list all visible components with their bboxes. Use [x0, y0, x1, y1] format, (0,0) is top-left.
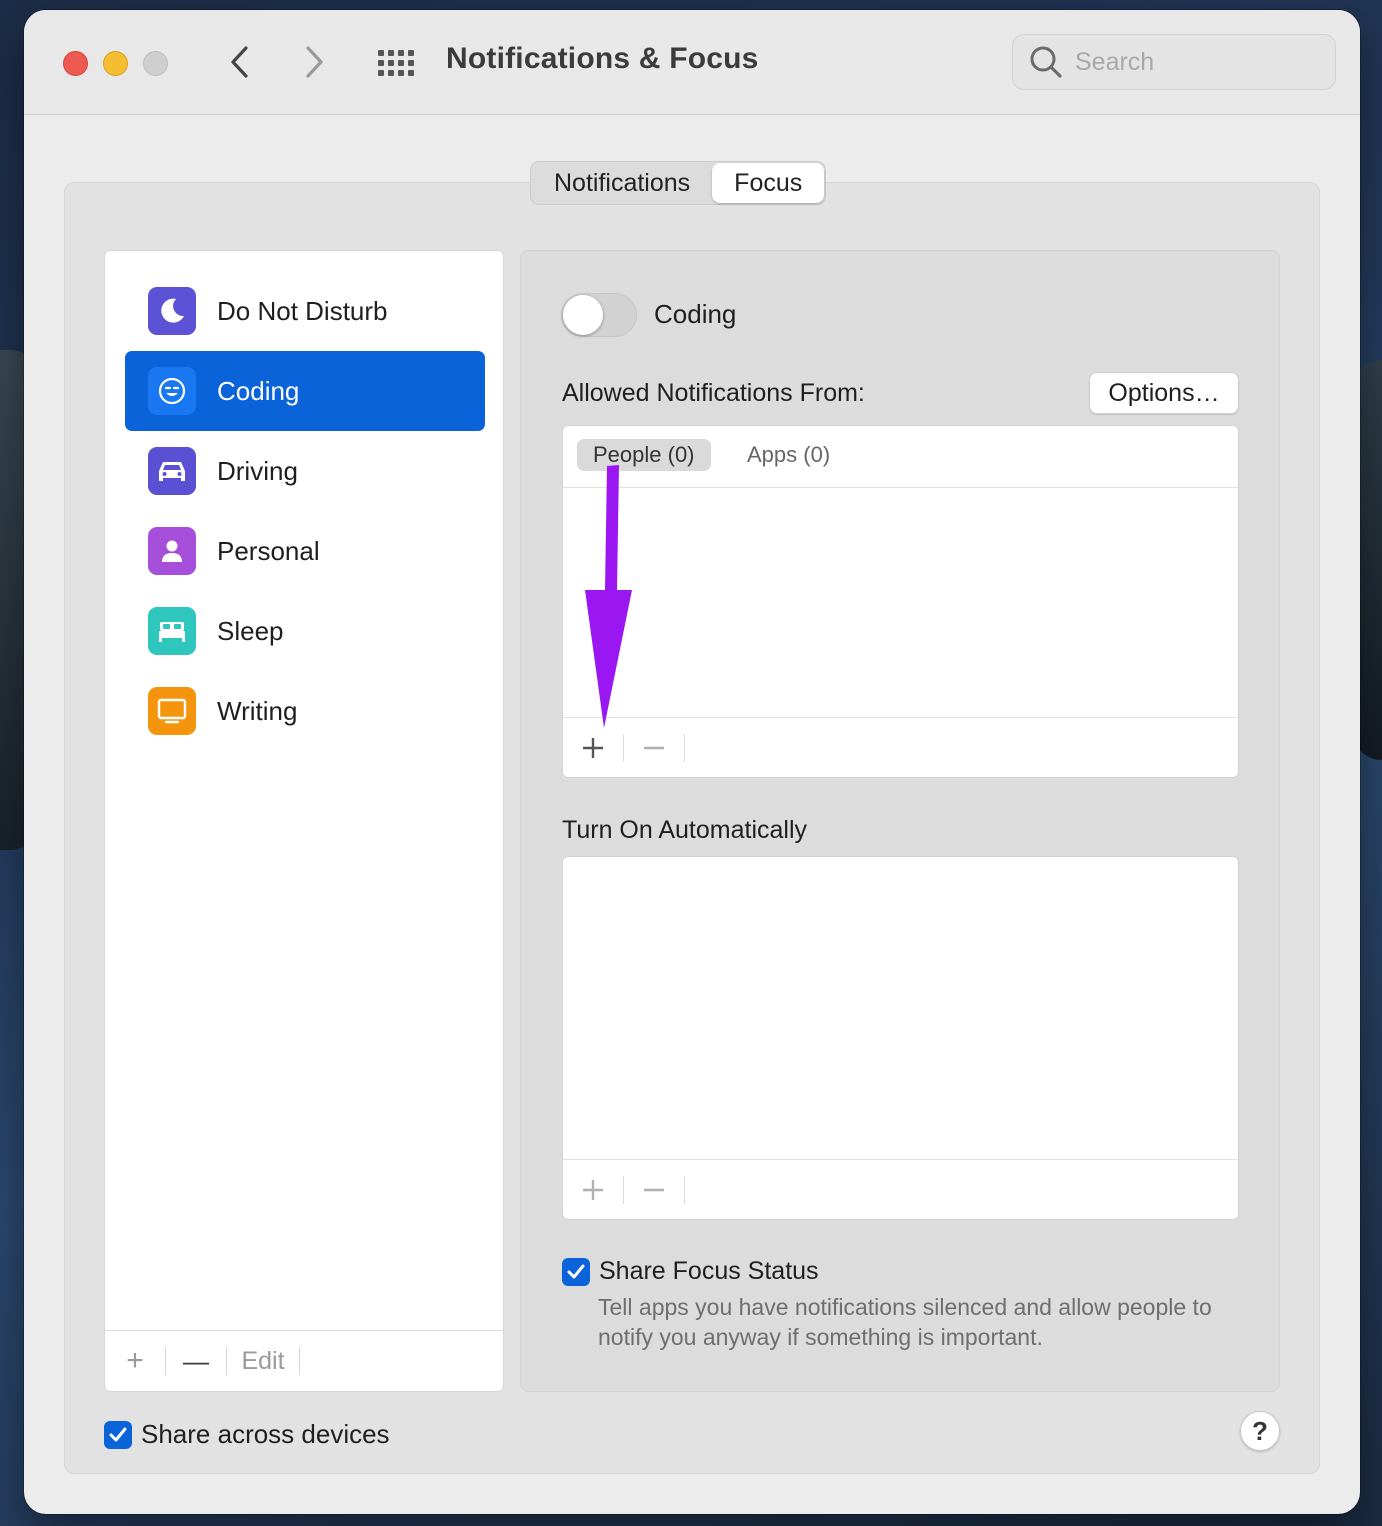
help-button[interactable]: ?	[1240, 1411, 1280, 1451]
focus-list: Do Not Disturb Coding Driving Personal S…	[104, 250, 504, 1392]
divider	[684, 733, 685, 762]
search-input[interactable]	[1075, 47, 1315, 77]
smiley-icon	[148, 367, 196, 415]
share-across-devices-checkbox[interactable]	[104, 1420, 132, 1449]
monitor-icon	[148, 687, 196, 735]
tab-notifications[interactable]: Notifications	[532, 163, 712, 203]
forward-button[interactable]	[295, 42, 335, 82]
edit-focus-button[interactable]: Edit	[227, 1346, 299, 1376]
minus-icon	[644, 1188, 664, 1191]
allowed-tabs: People (0) Apps (0)	[563, 426, 1238, 488]
tab-focus[interactable]: Focus	[712, 163, 825, 203]
chevron-left-icon	[231, 46, 248, 78]
bed-icon	[148, 607, 196, 655]
focus-item-label: Sleep	[217, 615, 284, 646]
checkmark-icon	[109, 1427, 127, 1441]
allowed-notifications-list: People (0) Apps (0)	[562, 425, 1239, 778]
automation-list-toolbar	[563, 1159, 1238, 1219]
plus-icon	[583, 737, 603, 758]
focus-list-toolbar: + — Edit	[105, 1330, 503, 1391]
focus-item-sleep[interactable]: Sleep	[125, 591, 485, 671]
tab-control: Notifications Focus	[530, 161, 827, 205]
toggle-knob	[563, 295, 603, 335]
search-icon	[1030, 46, 1062, 78]
divider	[684, 1175, 685, 1204]
tab-apps[interactable]: Apps (0)	[731, 439, 846, 471]
options-button[interactable]: Options…	[1089, 372, 1239, 414]
car-icon	[148, 447, 196, 495]
focus-item-label: Do Not Disturb	[217, 295, 388, 326]
minus-icon	[644, 746, 664, 749]
focus-item-label: Driving	[217, 455, 298, 486]
focus-toggle[interactable]	[561, 293, 637, 337]
focus-item-coding[interactable]: Coding	[125, 351, 485, 431]
close-window-button[interactable]	[63, 51, 88, 76]
preferences-window: Notifications & Focus Notifications Focu…	[24, 10, 1360, 1514]
annotation-arrow-icon	[585, 465, 632, 728]
focus-item-label: Writing	[217, 695, 298, 726]
chevron-right-icon	[306, 46, 323, 78]
add-allowed-button[interactable]	[563, 728, 623, 768]
automation-list	[562, 856, 1239, 1220]
focus-toggle-label: Coding	[654, 299, 737, 329]
person-icon	[148, 527, 196, 575]
minimize-window-button[interactable]	[103, 51, 128, 76]
share-focus-status-checkbox[interactable]	[562, 1257, 590, 1286]
add-automation-button[interactable]	[563, 1170, 623, 1210]
focus-detail-panel: Coding Allowed Notifications From: Optio…	[520, 250, 1280, 1392]
search-field[interactable]	[1012, 34, 1336, 90]
focus-item-writing[interactable]: Writing	[125, 671, 485, 751]
allowed-notifications-heading: Allowed Notifications From:	[562, 379, 865, 407]
focus-item-label: Personal	[217, 535, 320, 566]
share-focus-status-label: Share Focus Status	[599, 1257, 819, 1285]
back-button[interactable]	[219, 42, 259, 82]
share-focus-status-row: Share Focus Status	[562, 1257, 819, 1286]
focus-item-label: Coding	[217, 375, 300, 406]
remove-allowed-button[interactable]	[624, 728, 684, 768]
focus-item-driving[interactable]: Driving	[125, 431, 485, 511]
share-across-devices-label: Share across devices	[141, 1419, 390, 1449]
moon-icon	[148, 287, 196, 335]
allowed-list-toolbar	[563, 717, 1238, 777]
grid-icon	[378, 50, 414, 76]
plus-icon	[583, 1179, 603, 1200]
remove-focus-button[interactable]: —	[166, 1346, 226, 1376]
turn-on-automatically-heading: Turn On Automatically	[562, 816, 808, 844]
add-focus-button[interactable]: +	[105, 1344, 165, 1377]
share-across-devices-row: Share across devices	[104, 1419, 390, 1450]
remove-automation-button[interactable]	[624, 1170, 684, 1210]
window-title: Notifications & Focus	[446, 42, 759, 75]
focus-item-personal[interactable]: Personal	[125, 511, 485, 591]
focus-item-do-not-disturb[interactable]: Do Not Disturb	[125, 271, 485, 351]
share-focus-status-description: Tell apps you have notifications silence…	[598, 1294, 1212, 1350]
show-all-preferences-button[interactable]	[374, 46, 418, 80]
title-bar: Notifications & Focus	[24, 10, 1360, 115]
divider	[299, 1347, 300, 1375]
checkmark-icon	[567, 1264, 585, 1278]
zoom-window-button[interactable]	[143, 51, 168, 76]
